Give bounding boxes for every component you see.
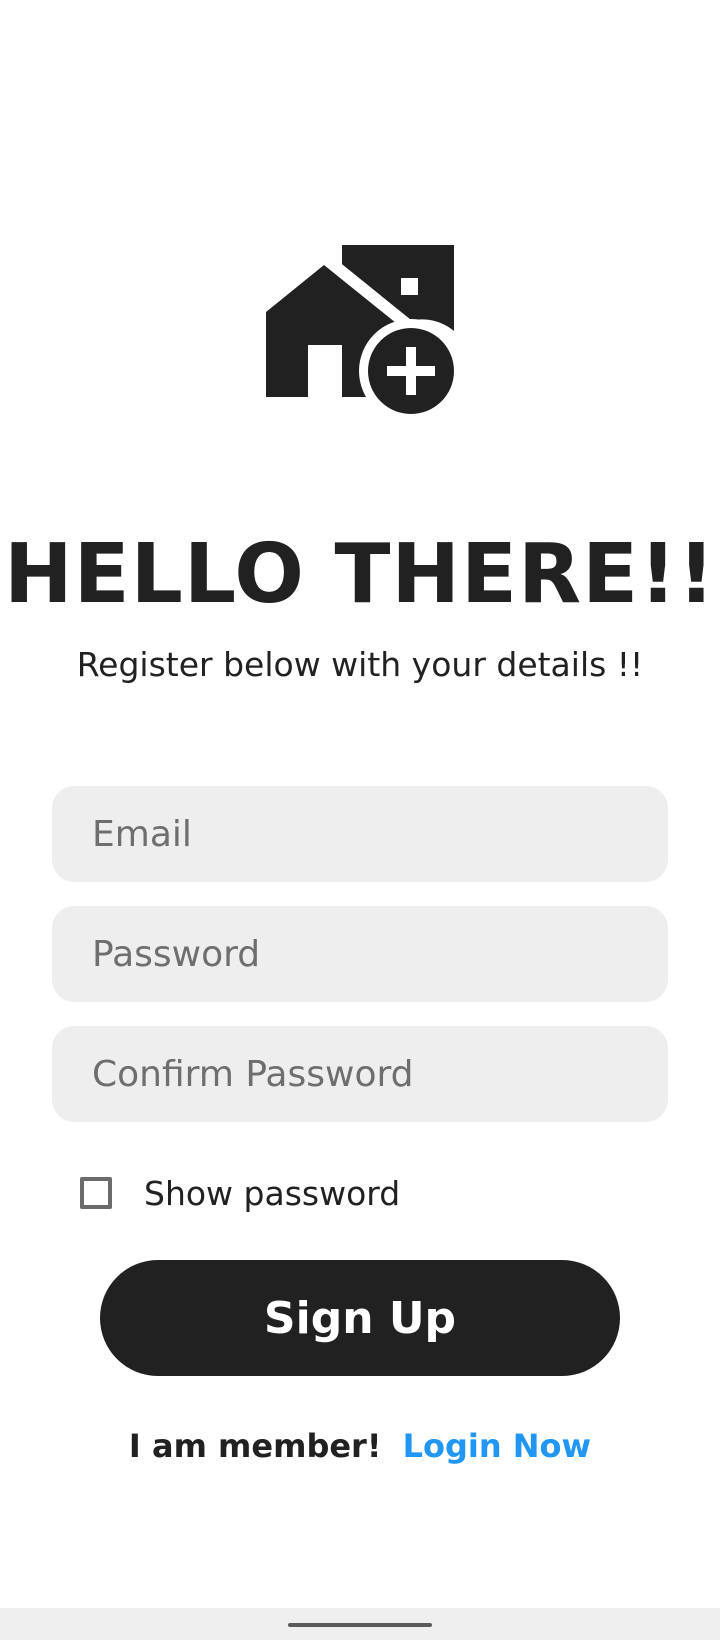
page-title: HELLO THERE!! [3, 527, 716, 622]
show-password-label[interactable]: Show password [144, 1174, 400, 1213]
home-gesture-handle[interactable] [288, 1623, 432, 1627]
page-subtitle: Register below with your details !! [76, 645, 644, 684]
email-field[interactable] [52, 786, 668, 882]
confirm-password-input[interactable] [92, 1053, 668, 1095]
member-text: I am member! [128, 1427, 382, 1465]
login-prompt: I am member! Login Now [0, 1426, 720, 1466]
system-navigation-bar [0, 1608, 720, 1640]
register-screen: HELLO THERE!! Register below with your d… [0, 0, 720, 1640]
password-input[interactable] [92, 933, 668, 975]
show-password-checkbox[interactable] [80, 1177, 112, 1209]
confirm-password-field[interactable] [52, 1026, 668, 1122]
show-password-row[interactable]: Show password [80, 1172, 400, 1214]
sign-up-button[interactable]: Sign Up [100, 1260, 620, 1376]
password-field[interactable] [52, 906, 668, 1002]
login-now-link[interactable]: Login Now [403, 1427, 592, 1465]
add-home-icon [266, 245, 454, 415]
email-input[interactable] [92, 813, 668, 855]
